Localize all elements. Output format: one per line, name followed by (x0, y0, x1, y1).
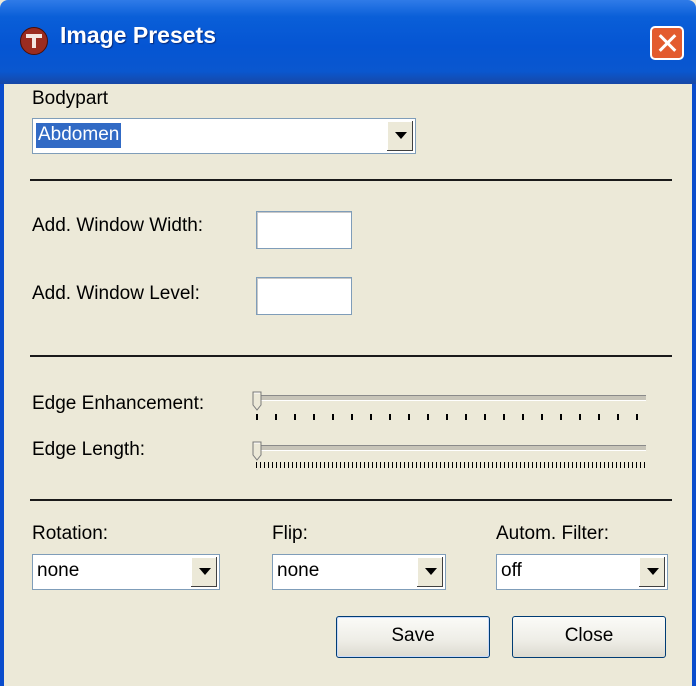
window-title: Image Presets (60, 22, 216, 48)
app-icon (20, 27, 48, 55)
window-width-input[interactable] (256, 211, 352, 249)
edge-enhancement-slider[interactable] (256, 395, 646, 401)
window-frame-left (0, 84, 4, 686)
edge-length-thumb[interactable] (252, 441, 262, 461)
edge-length-slider[interactable] (256, 445, 646, 451)
flip-value: none (277, 560, 320, 581)
window-width-label: Add. Window Width: (32, 215, 204, 236)
rotation-dropdown[interactable]: none (32, 554, 220, 590)
close-window-button[interactable] (650, 26, 684, 60)
bodypart-value: Abdomen (34, 122, 123, 149)
bodypart-dropdown[interactable]: Abdomen (32, 118, 416, 154)
chevron-down-icon[interactable] (638, 557, 665, 587)
autom-filter-value: off (501, 560, 522, 581)
autom-filter-label: Autom. Filter: (496, 523, 609, 544)
save-button[interactable]: Save (336, 616, 490, 658)
autom-filter-dropdown[interactable]: off (496, 554, 668, 590)
chevron-down-icon[interactable] (190, 557, 217, 587)
window-level-label: Add. Window Level: (32, 283, 200, 304)
window-level-input[interactable] (256, 277, 352, 315)
section-divider (30, 179, 672, 181)
edge-length-label: Edge Length: (32, 439, 146, 460)
section-divider (30, 499, 672, 501)
chevron-down-icon[interactable] (416, 557, 443, 587)
section-divider (30, 355, 672, 357)
edge-enhancement-ticks (256, 414, 646, 420)
bodypart-label: Bodypart (32, 88, 109, 109)
edge-enhancement-label: Edge Enhancement: (32, 393, 205, 414)
edge-length-ticks (256, 462, 646, 468)
edge-enhancement-thumb[interactable] (252, 391, 262, 411)
flip-label: Flip: (272, 523, 308, 544)
flip-dropdown[interactable]: none (272, 554, 446, 590)
rotation-value: none (37, 560, 80, 581)
title-bar[interactable]: Image Presets (0, 0, 696, 84)
window-frame-right (692, 84, 696, 686)
chevron-down-icon[interactable] (386, 121, 413, 151)
rotation-label: Rotation: (32, 523, 109, 544)
close-button[interactable]: Close (512, 616, 666, 658)
